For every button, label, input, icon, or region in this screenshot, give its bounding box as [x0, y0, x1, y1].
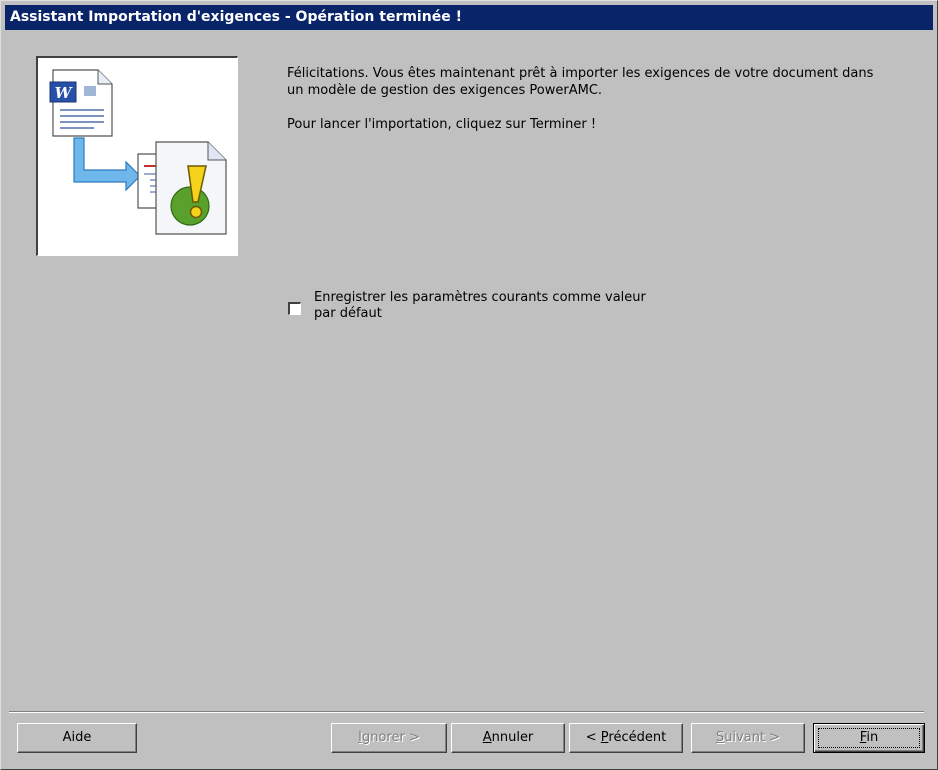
wizard-window: Assistant Importation d'exigences - Opér…: [0, 0, 938, 770]
finish-button[interactable]: Fin: [813, 723, 925, 753]
help-button[interactable]: Aide: [17, 723, 137, 753]
save-defaults-checkbox[interactable]: [288, 302, 301, 315]
next-button[interactable]: Suivant >: [691, 723, 805, 753]
title-bar: Assistant Importation d'exigences - Opér…: [5, 5, 933, 30]
arrow-icon: [73, 137, 141, 192]
instruction-text: Pour lancer l'importation, cliquez sur T…: [287, 117, 597, 132]
window-title: Assistant Importation d'exigences - Opér…: [10, 9, 462, 25]
cancel-button-label: Annuler: [482, 730, 534, 745]
skip-button[interactable]: Ignorer >: [331, 723, 447, 753]
button-separator: [9, 711, 924, 713]
word-document-icon: W: [49, 69, 113, 137]
skip-button-label: Ignorer >: [358, 730, 420, 745]
back-button-label: < Précédent: [585, 730, 667, 745]
help-button-label: Aide: [62, 730, 92, 745]
next-button-label: Suivant >: [715, 730, 781, 745]
wizard-message: Félicitations. Vous êtes maintenant prêt…: [287, 65, 887, 133]
focus-rectangle: [818, 728, 920, 748]
cancel-button[interactable]: Annuler: [451, 723, 565, 753]
svg-text:W: W: [55, 84, 74, 102]
wizard-illustration: W: [36, 56, 238, 256]
save-defaults-option[interactable]: Enregistrer les paramètres courants comm…: [288, 290, 688, 322]
save-defaults-label[interactable]: Enregistrer les paramètres courants comm…: [314, 290, 654, 322]
back-button[interactable]: < Précédent: [569, 723, 683, 753]
congratulations-text: Félicitations. Vous êtes maintenant prêt…: [287, 66, 874, 98]
